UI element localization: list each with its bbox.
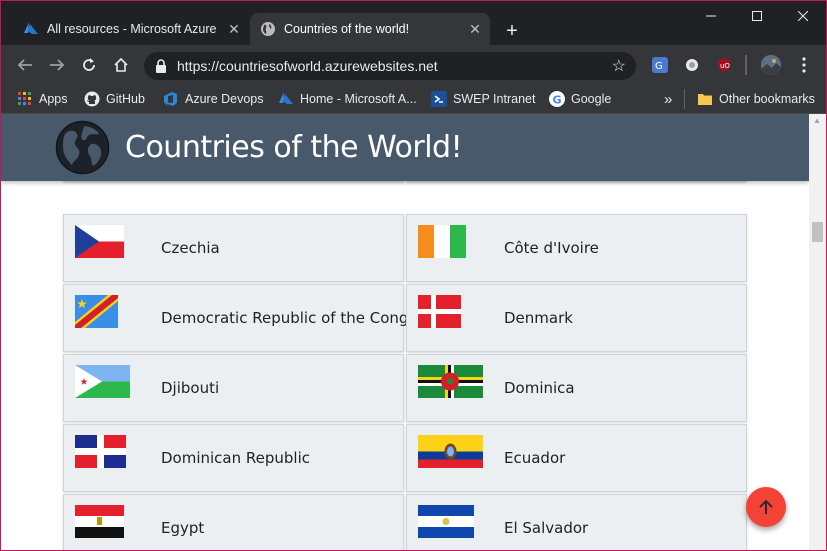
browser-window: All resources - Microsoft Azure ✕ Countr… [0,0,827,551]
bookmark-label: Azure Devops [185,92,264,106]
country-name: Djibouti [161,379,220,397]
new-tab-button[interactable]: + [501,20,523,42]
back-button[interactable] [13,53,37,77]
scroll-to-top-button[interactable] [746,487,786,527]
menu-kebab-icon[interactable] [792,53,816,77]
drc-flag-icon [75,295,118,333]
home-button[interactable] [109,53,133,77]
bookmark-star-icon[interactable]: ☆ [612,56,626,76]
bookmark-google[interactable]: G Google [549,90,611,108]
tab-strip: All resources - Microsoft Azure ✕ Countr… [1,1,826,45]
ublock-icon[interactable]: uO [716,57,732,73]
bookmark-apps[interactable]: Apps [17,90,68,108]
close-icon[interactable]: ✕ [225,20,243,38]
el-salvador-flag-icon [418,505,474,543]
bookmark-github[interactable]: GitHub [84,90,145,108]
country-card-el-salvador[interactable]: El Salvador [406,494,747,550]
bookmark-label: GitHub [106,92,145,106]
svg-text:G: G [553,94,562,107]
country-name: Denmark [504,309,573,327]
country-card-djibouti[interactable]: Djibouti [63,354,404,422]
dominica-flag-icon [418,365,483,403]
country-name: Côte d'Ivoire [504,239,599,257]
site-header: Countries of the World! [1,114,809,181]
country-name: Democratic Republic of the Congo [161,309,418,327]
djibouti-flag-icon [75,365,130,403]
extension-circle-icon[interactable] [684,57,700,73]
bookmark-label: Apps [39,92,68,106]
country-name: Dominican Republic [161,449,311,467]
country-name: Egypt [161,519,205,537]
country-card-egypt[interactable]: Egypt [63,494,404,550]
country-card-cote-divoire[interactable]: Côte d'Ivoire [406,214,747,282]
dominican-republic-flag-icon [75,435,126,473]
cote-divoire-flag-icon [418,225,466,263]
country-card-drc[interactable]: Democratic Republic of the Congo [63,284,418,352]
scroll-up-arrow-icon[interactable]: ▲ [813,116,821,125]
country-name: Czechia [161,239,220,257]
close-icon[interactable]: ✕ [466,20,484,38]
other-bookmarks[interactable]: Other bookmarks [697,90,815,108]
bookmark-azure-devops[interactable]: Azure Devops [163,90,264,108]
country-card-ecuador[interactable]: Ecuador [406,424,747,492]
swep-icon [431,91,447,107]
page-viewport: Countries of the World! Czechia Côte d'I… [1,114,809,550]
country-card-dominican-republic[interactable]: Dominican Republic [63,424,404,492]
czechia-flag-icon [75,225,124,263]
address-bar[interactable]: https://countriesofworld.azurewebsites.n… [144,52,636,80]
country-name: Dominica [504,379,575,397]
country-card-czechia[interactable]: Czechia [63,214,404,282]
google-icon: G [549,91,565,107]
scroll-thumb[interactable] [812,222,823,242]
bookmarks-overflow-button[interactable]: » [664,90,672,108]
tab-azure-resources[interactable]: All resources - Microsoft Azure ✕ [13,13,249,45]
globe-logo-icon [55,120,110,175]
azure-icon [23,21,39,37]
bookmark-label: Other bookmarks [719,92,815,106]
maximize-button[interactable] [734,1,780,31]
azure-devops-icon [163,91,179,107]
forward-button[interactable] [45,53,69,77]
avatar[interactable] [761,55,781,75]
country-card-denmark[interactable]: Denmark [406,284,747,352]
bookmark-label: SWEP Intranet [453,92,536,106]
country-name: Ecuador [504,449,566,467]
bookmark-home-azure[interactable]: Home - Microsoft A... [278,90,417,108]
url-text[interactable]: https://countriesofworld.azurewebsites.n… [177,58,438,74]
minimize-button[interactable] [688,1,734,31]
azure-icon [278,91,294,107]
country-card-dominica[interactable]: Dominica [406,354,747,422]
browser-toolbar: https://countriesofworld.azurewebsites.n… [1,45,826,85]
tab-title: All resources - Microsoft Azure [47,22,217,36]
egypt-flag-icon [75,505,124,543]
country-name: El Salvador [504,519,589,537]
bookmarks-bar: Apps GitHub Azure Devops Home - Microsof… [1,85,826,114]
svg-text:G: G [655,61,663,72]
tab-countries[interactable]: Countries of the world! ✕ [250,13,490,45]
bookmark-label: Google [571,92,612,106]
github-icon [84,91,100,107]
reload-button[interactable] [77,53,101,77]
tab-title: Countries of the world! [284,22,410,36]
apps-grid-icon [17,91,33,107]
bookmark-label: Home - Microsoft A... [300,92,417,106]
denmark-flag-icon [418,295,461,333]
site-title: Countries of the World! [125,130,463,165]
svg-text:uO: uO [720,62,730,70]
google-translate-icon[interactable]: G [652,57,668,73]
bookmark-swep-intranet[interactable]: SWEP Intranet [431,90,535,108]
page-scrollbar[interactable]: ▲ [809,114,826,550]
lock-icon[interactable] [154,59,168,73]
ecuador-flag-icon [418,435,483,473]
arrow-up-icon [759,499,773,514]
close-window-button[interactable] [780,1,826,31]
toolbar-divider [745,55,747,75]
folder-icon [697,91,713,107]
globe-icon [260,21,276,37]
bookmarks-divider [684,89,685,109]
